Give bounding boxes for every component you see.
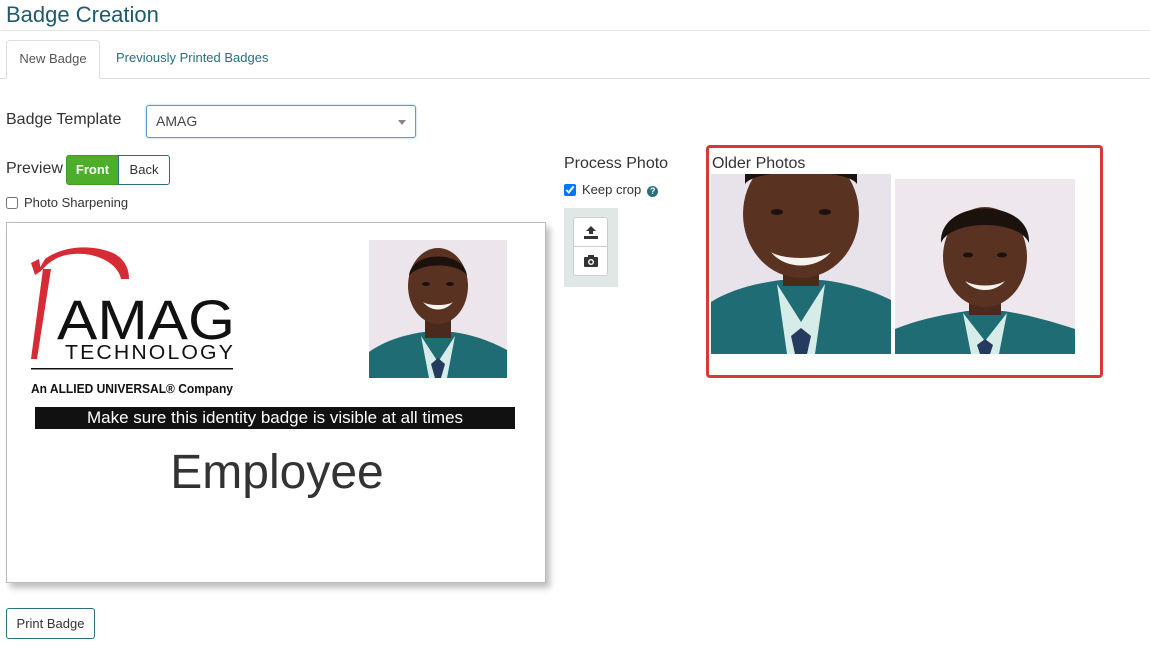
svg-text:TECHNOLOGY: TECHNOLOGY	[65, 342, 235, 364]
tab-new-badge[interactable]: New Badge	[6, 40, 100, 79]
older-photos-label: Older Photos	[712, 155, 806, 172]
photo-sharpening-checkbox[interactable]	[6, 197, 18, 209]
title-divider	[0, 30, 1150, 31]
older-photos-panel: Older Photos	[706, 145, 1103, 378]
badge-role: Employee	[170, 446, 384, 499]
older-photo-thumbnail[interactable]	[711, 174, 891, 354]
process-photo-label: Process Photo	[564, 155, 669, 172]
tab-previously-printed-badges[interactable]: Previously Printed Badges	[116, 40, 268, 77]
amag-logo: AMAG TECHNOLOGY An ALLIED UNIVERSAL® Com…	[31, 247, 235, 396]
tab-bar: New Badge Previously Printed Badges	[0, 40, 1150, 79]
badge-template-value: AMAG	[156, 113, 198, 129]
badge-preview: AMAG TECHNOLOGY An ALLIED UNIVERSAL® Com…	[6, 222, 546, 583]
preview-back-button[interactable]: Back	[118, 155, 170, 185]
badge-template-select[interactable]: AMAG	[146, 105, 416, 138]
print-badge-button[interactable]: Print Badge	[6, 608, 95, 639]
preview-front-button[interactable]: Front	[66, 155, 119, 185]
upload-icon	[584, 226, 598, 239]
keep-crop-label: Keep crop	[582, 182, 642, 197]
photo-sharpening-option[interactable]: Photo Sharpening	[6, 195, 128, 210]
visibility-banner: Make sure this identity badge is visible…	[35, 407, 515, 429]
camera-icon	[584, 255, 598, 267]
upload-photo-button[interactable]	[573, 217, 608, 247]
badge-template-label: Badge Template	[6, 111, 122, 128]
older-photo-thumbnail[interactable]	[895, 179, 1075, 354]
badge-photo	[369, 240, 507, 378]
keep-crop-checkbox[interactable]	[564, 184, 576, 196]
capture-photo-button[interactable]	[573, 246, 608, 276]
chevron-down-icon	[398, 120, 406, 125]
page-title: Badge Creation	[6, 2, 159, 27]
help-icon[interactable]: ?	[647, 186, 659, 197]
preview-label: Preview	[6, 160, 63, 177]
photo-tools-panel	[564, 208, 618, 287]
svg-text:An ALLIED UNIVERSAL® Company: An ALLIED UNIVERSAL® Company	[31, 381, 234, 396]
keep-crop-option[interactable]: Keep crop?	[564, 182, 659, 197]
photo-sharpening-label: Photo Sharpening	[24, 195, 129, 210]
